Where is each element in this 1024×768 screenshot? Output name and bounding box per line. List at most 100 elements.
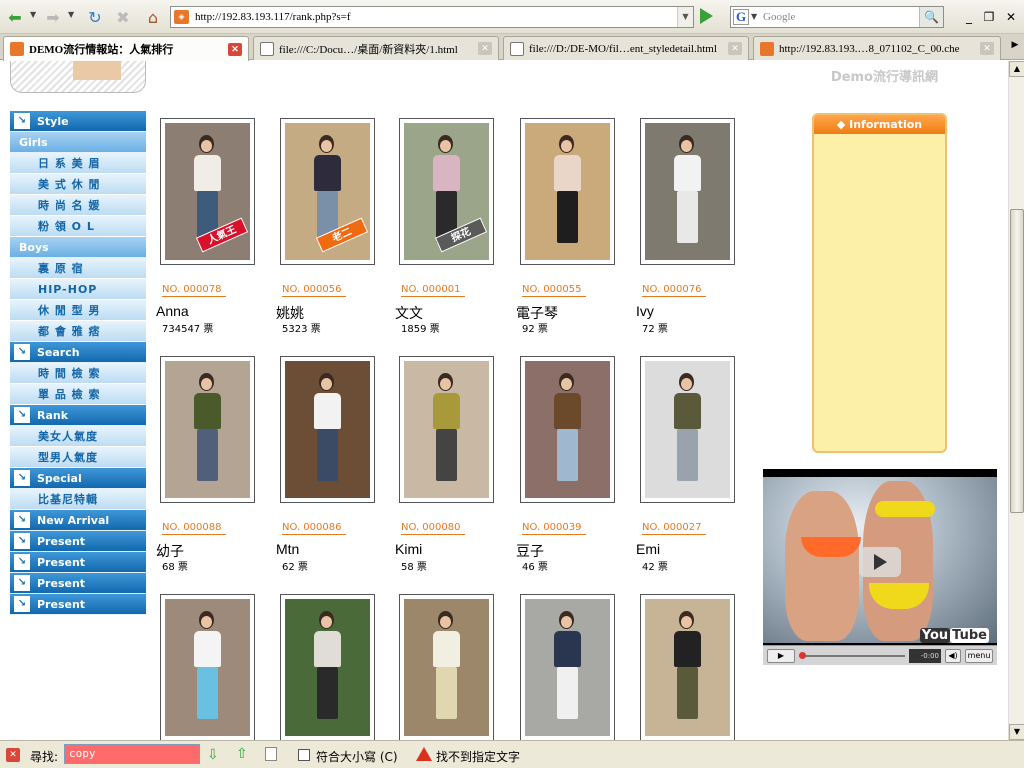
url-bar[interactable]: ◈ http://192.83.193.117/rank.php?s=f ▼	[170, 6, 694, 28]
card-number[interactable]: NO. 000088	[162, 522, 226, 535]
rank-card[interactable]: 人氣王 NO. 000078 Anna 734547 票	[156, 118, 256, 335]
sidebar-item-sub[interactable]: 美女人氣度	[10, 426, 146, 447]
model-photo[interactable]	[645, 599, 730, 736]
site-logo[interactable]	[10, 61, 146, 93]
sidebar-item-sub[interactable]: HIP-HOP	[10, 279, 146, 300]
rank-card[interactable]: NO. 000027 Emi 42 票	[636, 356, 736, 573]
card-name[interactable]: Emi	[636, 541, 660, 557]
engine-dropdown-icon[interactable]: ▼	[751, 12, 757, 21]
sidebar-item-sub[interactable]: 型男人氣度	[10, 447, 146, 468]
photo-frame[interactable]	[280, 594, 375, 740]
rank-card[interactable]: NO. 000055 電子琴 92 票	[516, 118, 616, 335]
model-photo[interactable]	[525, 361, 610, 498]
rank-card[interactable]	[640, 594, 736, 740]
volume-icon[interactable]: ◀)	[945, 649, 961, 663]
sidebar-item-head[interactable]: ↘ Present	[10, 573, 146, 594]
sidebar-item-head[interactable]: ↘ Rank	[10, 405, 146, 426]
search-input[interactable]: Google	[763, 11, 795, 23]
model-photo[interactable]	[645, 123, 730, 260]
find-close-icon[interactable]: ✕	[6, 748, 20, 762]
rank-card[interactable]: NO. 000039 豆子 46 票	[516, 356, 616, 573]
match-case-checkbox[interactable]	[298, 749, 310, 761]
sidebar-item-head[interactable]: ↘ Present	[10, 531, 146, 552]
sidebar-item-sub[interactable]: 裏 原 宿	[10, 258, 146, 279]
find-input[interactable]: copy	[64, 744, 200, 764]
sidebar-item-section[interactable]: Boys	[10, 237, 146, 258]
sidebar-item-sub[interactable]: 單 品 檢 索	[10, 384, 146, 405]
photo-frame[interactable]	[399, 594, 494, 740]
model-photo[interactable]	[404, 599, 489, 736]
tab-file-styledetail[interactable]: file:///D:/DE-MO/fil…ent_styledetail.htm…	[503, 36, 749, 60]
rank-card[interactable]: NO. 000076 Ivy 72 票	[636, 118, 736, 335]
photo-frame[interactable]	[520, 118, 615, 265]
rank-card[interactable]	[520, 594, 616, 740]
google-engine-icon[interactable]: G	[733, 9, 749, 25]
model-photo[interactable]: 老二	[285, 123, 370, 260]
url-text[interactable]: http://192.83.193.117/rank.php?s=f	[195, 11, 351, 23]
restore-icon[interactable]: ❐	[980, 8, 998, 26]
seek-knob[interactable]	[799, 652, 806, 659]
photo-frame[interactable]	[160, 356, 255, 503]
scroll-thumb[interactable]	[1010, 209, 1024, 513]
video-player[interactable]: You Tube ▶ -0:00 ◀) menu	[763, 469, 997, 665]
rank-card[interactable]: 老二 NO. 000056 姚姚 5323 票	[276, 118, 376, 335]
search-magnifier-icon[interactable]: 🔍	[919, 7, 943, 27]
card-name[interactable]: Mtn	[276, 541, 299, 557]
rank-card[interactable]: 探花 NO. 000001 文文 1859 票	[395, 118, 495, 335]
sidebar-item-sub[interactable]: 休 閒 型 男	[10, 300, 146, 321]
tab-file-1[interactable]: file:///C:/Docu…/桌面/新資料夾/1.html ✕	[253, 36, 499, 60]
model-photo[interactable]	[645, 361, 730, 498]
tab-list-arrow-icon[interactable]: ▶	[1008, 40, 1022, 54]
photo-frame[interactable]	[280, 356, 375, 503]
sidebar-item-sub[interactable]: 都 會 雅 痞	[10, 321, 146, 342]
model-photo[interactable]	[165, 361, 250, 498]
model-photo[interactable]	[285, 361, 370, 498]
model-photo[interactable]	[525, 123, 610, 260]
photo-frame[interactable]: 老二	[280, 118, 375, 265]
home-icon[interactable]: ⌂	[142, 6, 164, 28]
rank-card[interactable]: NO. 000080 Kimi 58 票	[395, 356, 495, 573]
sidebar-item-head[interactable]: ↘ Present	[10, 594, 146, 615]
card-number[interactable]: NO. 000027	[642, 522, 706, 535]
go-icon[interactable]	[700, 8, 713, 24]
minimize-icon[interactable]: _	[960, 8, 978, 26]
photo-frame[interactable]: 探花	[399, 118, 494, 265]
card-number[interactable]: NO. 000039	[522, 522, 586, 535]
play-overlay-icon[interactable]	[859, 547, 901, 577]
rank-card[interactable]	[399, 594, 495, 740]
back-icon[interactable]: ⬅	[4, 6, 26, 28]
sidebar-item-section[interactable]: Girls	[10, 132, 146, 153]
sidebar-item-head[interactable]: ↘ Style	[10, 111, 146, 132]
close-window-icon[interactable]: ✕	[1002, 8, 1020, 26]
sidebar-item-head[interactable]: ↘ Present	[10, 552, 146, 573]
scroll-up-icon[interactable]: ▲	[1009, 61, 1024, 77]
card-name[interactable]: Anna	[156, 303, 189, 319]
card-number[interactable]: NO. 000055	[522, 284, 586, 297]
card-number[interactable]: NO. 000086	[282, 522, 346, 535]
photo-frame[interactable]	[520, 356, 615, 503]
photo-frame[interactable]: 人氣王	[160, 118, 255, 265]
photo-frame[interactable]	[640, 356, 735, 503]
card-number[interactable]: NO. 000076	[642, 284, 706, 297]
tab-video-page[interactable]: http://192.83.193.…8_071102_C_00.che ✕	[753, 36, 1001, 60]
photo-frame[interactable]	[399, 356, 494, 503]
back-history-dropdown-icon[interactable]: ▼	[30, 10, 36, 19]
tab-close-icon[interactable]: ✕	[478, 42, 492, 55]
find-next-icon[interactable]: ⇩	[207, 747, 219, 763]
stop-icon[interactable]: ✖	[112, 6, 134, 28]
model-photo[interactable]	[285, 599, 370, 736]
model-photo[interactable]	[165, 599, 250, 736]
rank-card[interactable]	[160, 594, 256, 740]
youtube-logo[interactable]: You Tube	[919, 628, 989, 643]
photo-frame[interactable]	[640, 594, 735, 740]
model-photo[interactable]	[404, 361, 489, 498]
model-photo[interactable]	[525, 599, 610, 736]
match-case-label[interactable]: 符合大小寫 (C)	[316, 748, 398, 765]
card-number[interactable]: NO. 000080	[401, 522, 465, 535]
card-number[interactable]: NO. 000056	[282, 284, 346, 297]
photo-frame[interactable]	[640, 118, 735, 265]
seek-bar[interactable]	[799, 655, 905, 657]
forward-icon[interactable]: ➡	[42, 6, 64, 28]
card-name[interactable]: Kimi	[395, 541, 422, 557]
sidebar-item-head[interactable]: ↘ Search	[10, 342, 146, 363]
